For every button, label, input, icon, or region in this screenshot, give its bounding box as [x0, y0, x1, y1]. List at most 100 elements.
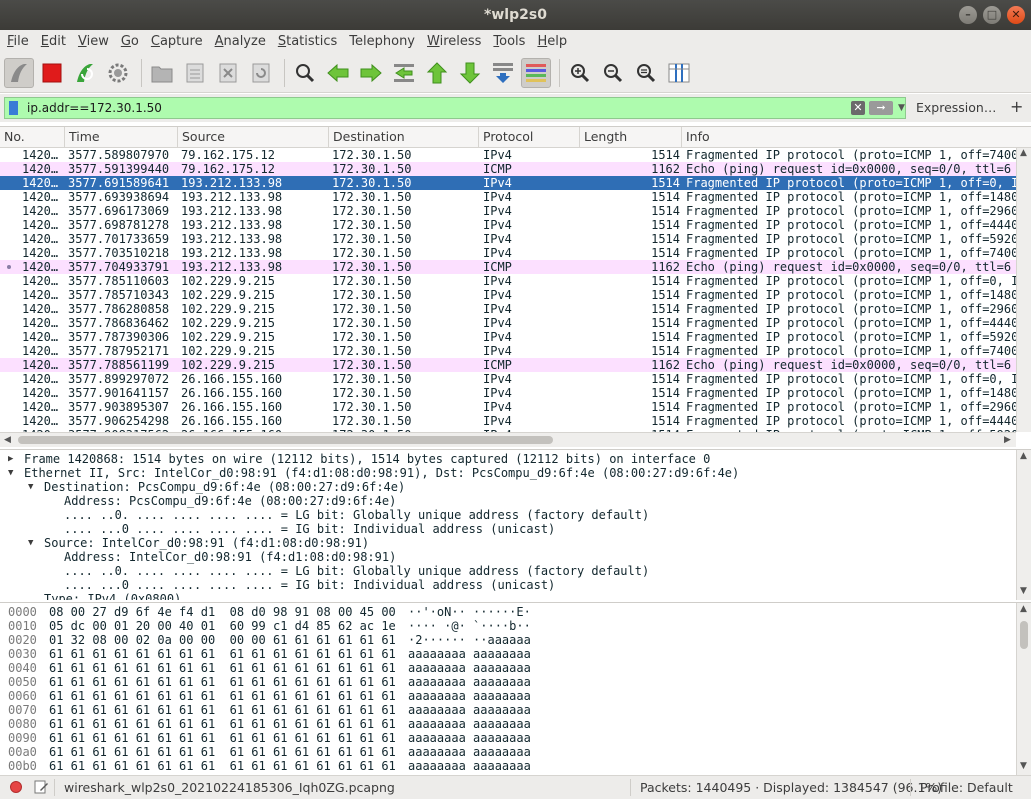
- menu-tools[interactable]: Tools: [488, 34, 530, 49]
- capture-options-button[interactable]: [103, 58, 133, 88]
- scroll-down-icon[interactable]: ▼: [1020, 761, 1027, 771]
- packet-list-vertical-scrollbar[interactable]: ▲: [1016, 148, 1031, 432]
- bytes-row[interactable]: 0070 61 61 61 61 61 61 61 61 61 61 61 61 …: [0, 703, 1014, 717]
- packet-row[interactable]: 1420… 3577.785710343 102.229.9.215 172.30.1…: [0, 288, 1016, 302]
- display-filter-input[interactable]: [27, 98, 847, 118]
- bytes-row[interactable]: 0060 61 61 61 61 61 61 61 61 61 61 61 61 …: [0, 689, 1014, 703]
- save-file-button[interactable]: [180, 58, 210, 88]
- bytes-row[interactable]: 0090 61 61 61 61 61 61 61 61 61 61 61 61 …: [0, 731, 1014, 745]
- bytes-vertical-scrollbar[interactable]: ▲ ▼: [1016, 603, 1031, 775]
- maximize-button[interactable]: □: [983, 6, 1001, 24]
- packet-row-selected[interactable]: 1420… 3577.691589641 193.212.133.98 172.30.…: [0, 176, 1016, 190]
- bytes-row[interactable]: 0030 61 61 61 61 61 61 61 61 61 61 61 61 …: [0, 647, 1014, 661]
- go-to-packet-button[interactable]: [389, 58, 419, 88]
- bytes-row[interactable]: 0080 61 61 61 61 61 61 61 61 61 61 61 61 …: [0, 717, 1014, 731]
- column-header-length[interactable]: Length: [580, 127, 682, 147]
- packet-row[interactable]: 1420… 3577.903895307 26.166.155.160 172.30.…: [0, 400, 1016, 414]
- menu-wireless[interactable]: Wireless: [422, 34, 486, 49]
- bytes-row[interactable]: 00b0 61 61 61 61 61 61 61 61 61 61 61 61 …: [0, 759, 1014, 773]
- details-vertical-scrollbar[interactable]: ▲ ▼: [1016, 450, 1031, 600]
- open-file-button[interactable]: [147, 58, 177, 88]
- packet-row[interactable]: 1420… 3577.788561199 102.229.9.215 172.30.1…: [0, 358, 1016, 372]
- bytes-row[interactable]: 0050 61 61 61 61 61 61 61 61 61 61 61 61 …: [0, 675, 1014, 689]
- go-forward-button[interactable]: [356, 58, 386, 88]
- menu-go[interactable]: Go: [116, 34, 144, 49]
- scroll-left-icon[interactable]: ◀: [4, 435, 11, 445]
- packet-row[interactable]: 1420… 3577.786280858 102.229.9.215 172.30.1…: [0, 302, 1016, 316]
- scroll-up-icon[interactable]: ▲: [1020, 604, 1027, 614]
- packet-row[interactable]: 1420… 3577.901641157 26.166.155.160 172.30.…: [0, 386, 1016, 400]
- menu-edit[interactable]: Edit: [36, 34, 71, 49]
- packet-row[interactable]: 1420… 3577.704933791 193.212.133.98 172.30.…: [0, 260, 1016, 274]
- bytes-row[interactable]: 00a0 61 61 61 61 61 61 61 61 61 61 61 61 …: [0, 745, 1014, 759]
- column-header-info[interactable]: Info: [682, 127, 1031, 147]
- bytes-row[interactable]: 0020 01 32 08 00 02 0a 00 00 00 00 61 61 …: [0, 633, 1014, 647]
- zoom-out-button[interactable]: [598, 58, 628, 88]
- packet-row[interactable]: 1420… 3577.591399440 79.162.175.12 172.30.1…: [0, 162, 1016, 176]
- scrollbar-thumb[interactable]: [18, 436, 553, 444]
- column-header-protocol[interactable]: Protocol: [479, 127, 580, 147]
- packet-row[interactable]: 1420… 3577.696173069 193.212.133.98 172.30.…: [0, 204, 1016, 218]
- scroll-down-icon[interactable]: ▼: [1020, 586, 1027, 596]
- packet-row[interactable]: 1420… 3577.693938694 193.212.133.98 172.30.…: [0, 190, 1016, 204]
- minimize-button[interactable]: –: [959, 6, 977, 24]
- add-filter-button[interactable]: +: [1010, 97, 1023, 116]
- packet-row[interactable]: 1420… 3577.785110603 102.229.9.215 172.30.1…: [0, 274, 1016, 288]
- reload-file-button[interactable]: [246, 58, 276, 88]
- packet-row[interactable]: 1420… 3577.703510218 193.212.133.98 172.30.…: [0, 246, 1016, 260]
- configuration-profile[interactable]: Profile: Default: [920, 780, 1013, 795]
- autoscroll-button[interactable]: [488, 58, 518, 88]
- filter-history-dropdown[interactable]: ▼: [898, 100, 908, 116]
- stop-capture-button[interactable]: [37, 58, 67, 88]
- start-capture-button[interactable]: [4, 57, 34, 88]
- bytes-row[interactable]: 0000 08 00 27 d9 6f 4e f4 d1 08 d0 98 91 …: [0, 605, 1014, 619]
- packet-row[interactable]: 1420… 3577.787390306 102.229.9.215 172.30.1…: [0, 330, 1016, 344]
- tree-expanded-icon[interactable]: ▼: [28, 536, 38, 550]
- column-header-source[interactable]: Source: [178, 127, 329, 147]
- packet-row[interactable]: 1420… 3577.698781278 193.212.133.98 172.30.…: [0, 218, 1016, 232]
- scroll-up-icon[interactable]: ▲: [1020, 148, 1027, 158]
- menu-telephony[interactable]: Telephony: [344, 34, 420, 49]
- expert-info-icon[interactable]: [10, 781, 22, 793]
- go-back-button[interactable]: [323, 58, 353, 88]
- packet-list-horizontal-scrollbar[interactable]: ◀ ▶: [0, 432, 1016, 447]
- capture-comment-button[interactable]: [33, 779, 49, 798]
- restart-capture-button[interactable]: [70, 58, 100, 88]
- menu-help[interactable]: Help: [532, 34, 572, 49]
- apply-filter-button[interactable]: ➞: [869, 101, 893, 115]
- scrollbar-thumb[interactable]: [1020, 621, 1028, 649]
- column-header-no[interactable]: No.: [0, 127, 65, 147]
- menu-statistics[interactable]: Statistics: [273, 34, 342, 49]
- go-last-button[interactable]: [455, 58, 485, 88]
- clear-filter-button[interactable]: ✕: [851, 101, 865, 115]
- column-header-destination[interactable]: Destination: [329, 127, 479, 147]
- packet-row[interactable]: 1420… 3577.701733659 193.212.133.98 172.30.…: [0, 232, 1016, 246]
- menu-capture[interactable]: Capture: [146, 34, 208, 49]
- packet-row[interactable]: 1420… 3577.786836462 102.229.9.215 172.30.1…: [0, 316, 1016, 330]
- bytes-row[interactable]: 0040 61 61 61 61 61 61 61 61 61 61 61 61 …: [0, 661, 1014, 675]
- packet-row[interactable]: 1420… 3577.899297072 26.166.155.160 172.30.…: [0, 372, 1016, 386]
- close-file-button[interactable]: [213, 58, 243, 88]
- packet-row[interactable]: 1420… 3577.906254298 26.166.155.160 172.30.…: [0, 414, 1016, 428]
- normal-size-button[interactable]: [631, 58, 661, 88]
- bookmark-icon[interactable]: [9, 101, 18, 115]
- colorize-button[interactable]: [521, 57, 551, 88]
- expression-button[interactable]: Expression…: [916, 100, 996, 115]
- bytes-row[interactable]: 0010 05 dc 00 01 20 00 40 01 60 99 c1 d4 …: [0, 619, 1014, 633]
- tree-expanded-icon[interactable]: ▼: [28, 480, 38, 494]
- scroll-up-icon[interactable]: ▲: [1020, 451, 1027, 461]
- packet-row[interactable]: 1420… 3577.787952171 102.229.9.215 172.30.1…: [0, 344, 1016, 358]
- zoom-in-button[interactable]: [565, 58, 595, 88]
- scroll-right-icon[interactable]: ▶: [1004, 435, 1011, 445]
- menu-file[interactable]: File: [2, 34, 34, 49]
- tree-collapsed-icon[interactable]: ▶: [8, 452, 18, 466]
- go-first-button[interactable]: [422, 58, 452, 88]
- menu-analyze[interactable]: Analyze: [210, 34, 271, 49]
- resize-columns-button[interactable]: [664, 58, 694, 88]
- column-header-time[interactable]: Time: [65, 127, 178, 147]
- find-packet-button[interactable]: [290, 58, 320, 88]
- close-window-button[interactable]: ✕: [1007, 6, 1025, 24]
- packet-row[interactable]: 1420… 3577.589807970 79.162.175.12 172.30.1…: [0, 148, 1016, 162]
- menu-view[interactable]: View: [73, 34, 114, 49]
- tree-expanded-icon[interactable]: ▼: [8, 466, 18, 480]
